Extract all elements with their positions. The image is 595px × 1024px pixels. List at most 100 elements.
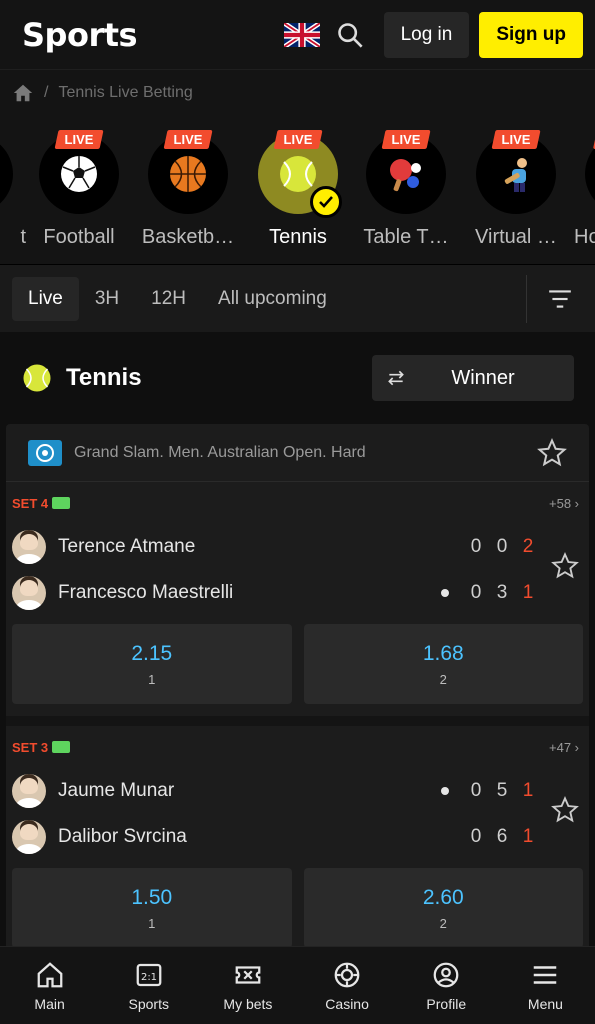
sport-item-table-tennis[interactable]: LIVE Table T… xyxy=(351,130,461,249)
odds-row: 1.50 1 2.60 2 xyxy=(12,868,583,948)
tournament-logo-icon xyxy=(28,439,62,466)
more-markets-link[interactable]: +47 › xyxy=(549,740,579,755)
players: Jaume Munar 0 5 1 Dalibor Svrcina 0 6 1 xyxy=(12,768,583,860)
market-selector-button[interactable]: Winner xyxy=(372,355,574,401)
sport-label: Virtual … xyxy=(475,226,557,248)
score: 0 xyxy=(470,780,482,801)
filter-12h[interactable]: 12H xyxy=(135,277,202,321)
nav-profile[interactable]: Profile xyxy=(397,947,496,1024)
score: 0 xyxy=(496,536,508,557)
nav-label: Sports xyxy=(128,995,169,1012)
sport-item-virtual[interactable]: LIVE Virtual … xyxy=(461,130,571,249)
player-avatar xyxy=(12,576,46,610)
nav-label: Profile xyxy=(426,995,467,1012)
sport-label: Football xyxy=(43,226,115,248)
score: 0 xyxy=(470,582,482,603)
player-row: Jaume Munar 0 5 1 xyxy=(12,768,583,814)
top-header: Sports Log in Sign up xyxy=(0,0,595,70)
home-icon xyxy=(37,961,62,987)
nav-label: Casino xyxy=(325,995,369,1012)
player-name: Francesco Maestrelli xyxy=(58,582,234,603)
nav-my-bets[interactable]: My bets xyxy=(198,947,297,1024)
score: 3 xyxy=(496,582,508,603)
player-scores: 0 0 2 xyxy=(463,536,541,558)
score: 5 xyxy=(496,780,508,801)
market-label: Winner xyxy=(451,366,515,389)
player-name: Jaume Munar xyxy=(58,780,175,801)
nav-sports[interactable]: 2:1 Sports xyxy=(99,947,198,1024)
match-card[interactable]: SET 4 +58 › Terence Atmane 0 0 2 Frances… xyxy=(6,482,589,726)
signup-button[interactable]: Sign up xyxy=(479,11,583,58)
player-scores: 0 6 1 xyxy=(463,826,541,848)
breadcrumb-separator: / xyxy=(44,84,49,101)
odd-button-1[interactable]: 1.50 1 xyxy=(12,868,292,948)
nav-casino[interactable]: Casino xyxy=(298,947,397,1024)
player-avatar xyxy=(12,820,46,854)
sport-label: Tennis xyxy=(269,226,327,248)
odd-key: 1 xyxy=(148,671,156,687)
tournament-name: Grand Slam. Men. Australian Open. Hard xyxy=(74,443,366,461)
casino-chip-icon xyxy=(334,962,360,987)
score: 6 xyxy=(496,826,508,847)
player-row: Francesco Maestrelli 0 3 1 xyxy=(12,570,583,616)
odd-value: 2.15 xyxy=(131,641,173,665)
sport-label: Table T… xyxy=(363,226,449,248)
breadcrumb-current[interactable]: Tennis Live Betting xyxy=(58,84,192,102)
login-button[interactable]: Log in xyxy=(383,11,470,58)
live-badge: LIVE xyxy=(491,130,541,149)
sports-carousel[interactable]: t LIVE Football LIVE Basketb… LIVE Tenni… xyxy=(0,116,595,264)
odds-row: 2.15 1 1.68 2 xyxy=(12,624,583,704)
sports-logo[interactable]: Sports xyxy=(22,16,284,54)
sport-circle xyxy=(585,130,595,214)
sport-item-basketball[interactable]: LIVE Basketb… xyxy=(133,130,243,249)
filter-all-upcoming[interactable]: All upcoming xyxy=(202,277,343,321)
score: 0 xyxy=(470,826,482,847)
scoreboard-icon: 2:1 xyxy=(136,963,162,986)
sport-item-tennis[interactable]: LIVE Tennis xyxy=(243,130,353,249)
odd-value: 2.60 xyxy=(422,885,464,909)
sport-item-partial-right[interactable]: Ho xyxy=(570,130,595,249)
sport-circle: LIVE xyxy=(366,130,446,214)
svg-text:2:1: 2:1 xyxy=(141,972,157,983)
filter-icon[interactable] xyxy=(547,286,573,312)
odd-button-1[interactable]: 2.15 1 xyxy=(12,624,292,704)
sport-item-football[interactable]: LIVE Football xyxy=(24,130,134,249)
nav-label: My bets xyxy=(223,995,273,1012)
favorite-star-icon[interactable] xyxy=(537,437,567,468)
current-score: 1 xyxy=(522,780,534,801)
more-markets-link[interactable]: +58 › xyxy=(549,496,579,511)
filter-live[interactable]: Live xyxy=(12,276,79,321)
table-tennis-icon xyxy=(390,159,421,192)
selected-check-icon xyxy=(310,186,342,218)
player-scores: 0 3 1 xyxy=(441,582,541,604)
scoreboard-icon xyxy=(52,497,71,509)
time-filter-bar: Live 3H 12H All upcoming xyxy=(0,264,595,332)
filter-3h[interactable]: 3H xyxy=(79,277,135,321)
match-card[interactable]: SET 3 +47 › Jaume Munar 0 5 1 Dalibor Sv… xyxy=(6,726,589,970)
current-score: 2 xyxy=(522,536,534,557)
home-icon[interactable] xyxy=(12,82,34,104)
odd-button-2[interactable]: 1.68 2 xyxy=(303,624,583,704)
player-scores: 0 5 1 xyxy=(441,780,541,802)
section-title: Tennis xyxy=(66,364,142,391)
swap-icon xyxy=(388,370,404,386)
tournament-header[interactable]: Grand Slam. Men. Australian Open. Hard xyxy=(6,424,589,482)
nav-menu[interactable]: Menu xyxy=(496,947,595,1024)
sport-circle xyxy=(0,134,13,214)
favorite-star-icon[interactable] xyxy=(551,796,579,824)
serving-indicator xyxy=(441,589,449,597)
odd-button-2[interactable]: 2.60 2 xyxy=(303,868,583,948)
filter-divider xyxy=(526,274,527,323)
favorite-star-icon[interactable] xyxy=(551,552,579,580)
menu-icon xyxy=(534,965,557,984)
uk-flag-icon[interactable] xyxy=(283,22,320,47)
nav-label: Menu xyxy=(527,995,563,1012)
breadcrumb: / Tennis Live Betting xyxy=(0,70,595,116)
tennis-ball-icon xyxy=(280,156,316,192)
live-badge: LIVE xyxy=(54,130,104,149)
odd-key: 2 xyxy=(439,671,447,687)
sport-circle: LIVE xyxy=(39,130,119,214)
search-icon[interactable] xyxy=(336,21,364,49)
tennis-ball-icon xyxy=(23,364,51,392)
nav-main[interactable]: Main xyxy=(0,947,99,1024)
